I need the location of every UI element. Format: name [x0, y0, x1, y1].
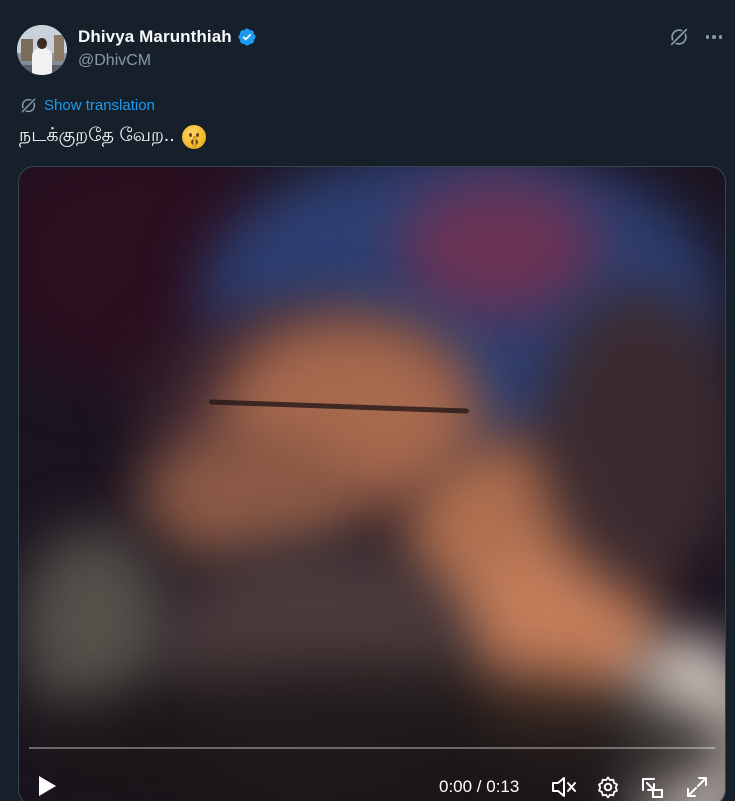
- show-translation-link[interactable]: Show translation: [19, 96, 155, 115]
- play-icon[interactable]: [37, 775, 57, 797]
- avatar[interactable]: [17, 25, 67, 75]
- fullscreen-icon[interactable]: [685, 775, 709, 799]
- tweet-text-content: நடக்குறதே வேற..: [19, 125, 175, 146]
- tweet: Dhivya Marunthiah @DhivCM Show translati…: [0, 0, 735, 801]
- picture-in-picture-icon[interactable]: [640, 775, 664, 799]
- tweet-text: நடக்குறதே வேற..: [19, 125, 207, 149]
- author-name-row[interactable]: Dhivya Marunthiah: [78, 27, 257, 47]
- video-player[interactable]: 0:00 / 0:13: [18, 166, 726, 801]
- author-name[interactable]: Dhivya Marunthiah: [78, 27, 232, 47]
- author-handle[interactable]: @DhivCM: [78, 52, 151, 70]
- shushing-face-emoji-icon: [182, 125, 207, 149]
- video-progress-bar[interactable]: [29, 747, 715, 749]
- more-icon[interactable]: [703, 26, 725, 48]
- verified-badge-icon: [238, 28, 256, 46]
- show-translation-label[interactable]: Show translation: [44, 97, 155, 114]
- video-controls: 0:00 / 0:13: [19, 765, 725, 801]
- mute-icon[interactable]: [551, 775, 577, 799]
- translate-icon: [20, 97, 37, 114]
- grok-icon[interactable]: [668, 26, 690, 48]
- video-frame[interactable]: [19, 167, 725, 801]
- settings-icon[interactable]: [596, 775, 620, 799]
- video-time: 0:00 / 0:13: [439, 777, 520, 796]
